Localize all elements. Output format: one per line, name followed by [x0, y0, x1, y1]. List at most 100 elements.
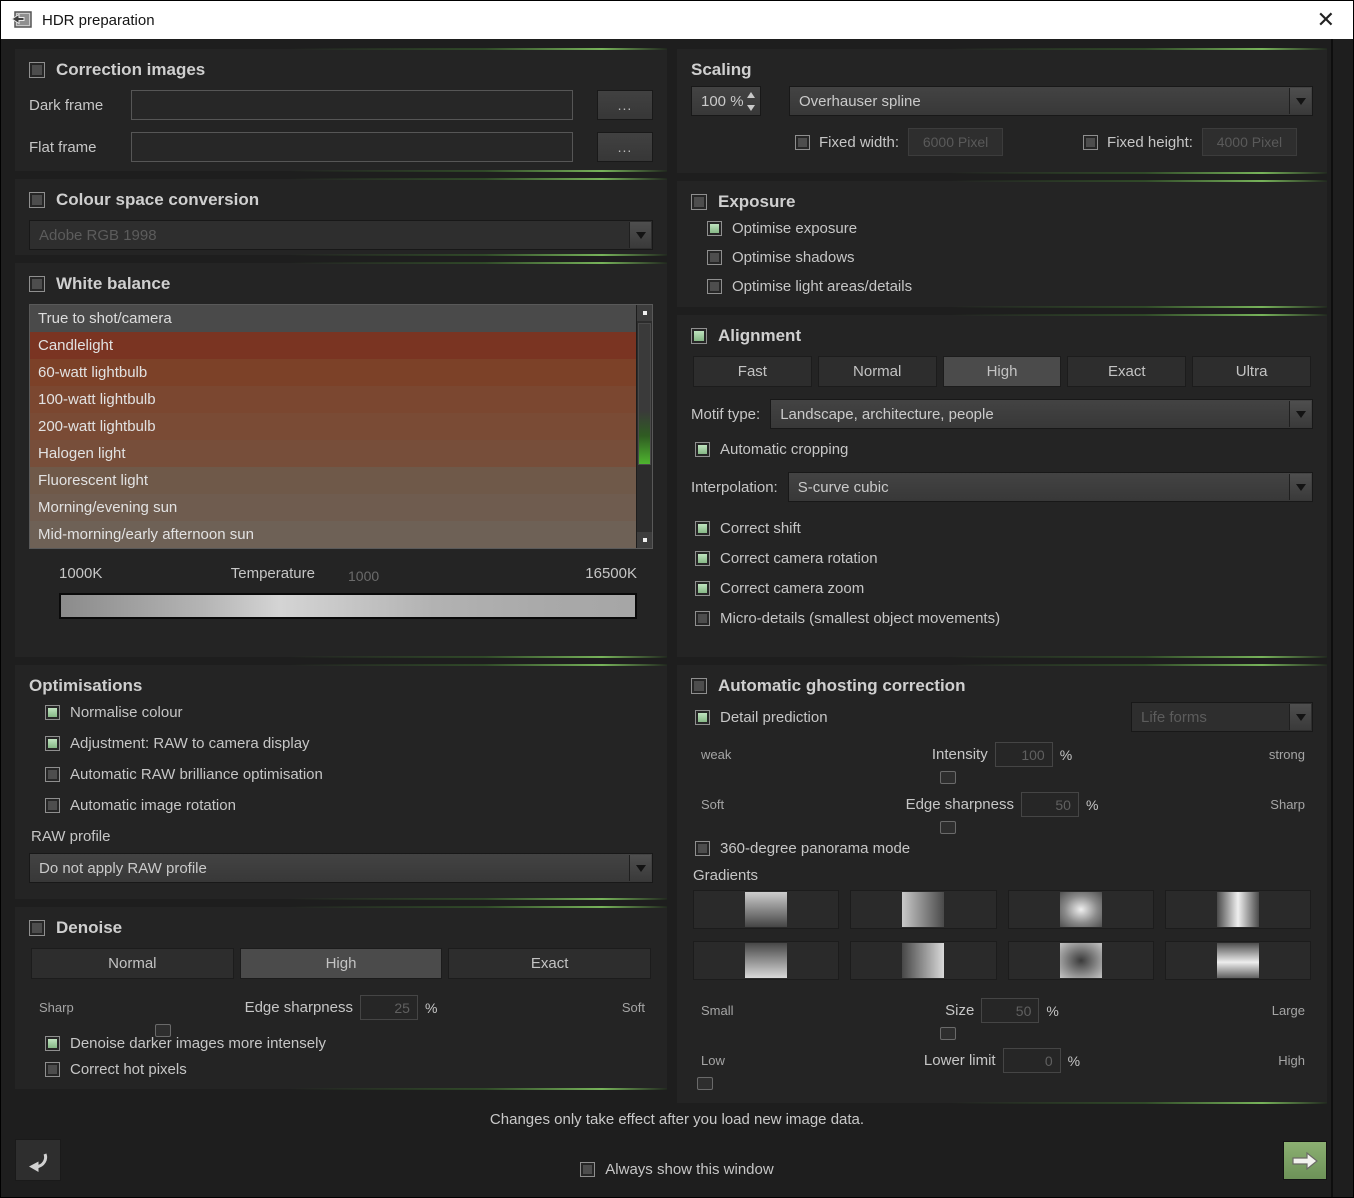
denoise-checkbox[interactable]	[29, 920, 45, 936]
gradient-tile-radial-dark-center[interactable]	[1008, 941, 1154, 980]
ghosting-correction-checkbox[interactable]	[691, 678, 707, 694]
alignment-mode-exact[interactable]: Exact	[1067, 356, 1186, 387]
dark-frame-input[interactable]	[131, 90, 573, 120]
correct-camera-rotation-checkbox[interactable]	[695, 551, 710, 566]
gradient-tile-horizontal-light-to-dark[interactable]	[850, 890, 996, 929]
gradient-tile-vertical-stripe-light[interactable]	[1165, 890, 1311, 929]
list-item[interactable]: Candlelight	[30, 332, 652, 359]
chevron-down-icon	[629, 222, 651, 248]
flat-frame-label: Flat frame	[29, 139, 121, 156]
denoise-mode-exact[interactable]: Exact	[448, 948, 651, 979]
hot-pixels-checkbox[interactable]	[45, 1062, 60, 1077]
optimise-shadows-checkbox[interactable]	[707, 250, 722, 265]
next-button[interactable]	[1283, 1141, 1327, 1180]
section-exposure: Exposure Optimise exposure Optimise shad…	[677, 181, 1327, 307]
scaling-method-dropdown[interactable]: Overhauser spline	[789, 86, 1313, 116]
window-title: HDR preparation	[42, 12, 155, 29]
image-rotation-checkbox[interactable]	[45, 798, 60, 813]
size-value[interactable]: 50	[981, 998, 1039, 1023]
intensity-value[interactable]: 100	[995, 742, 1053, 767]
close-icon[interactable]: ✕	[1309, 9, 1343, 31]
optimise-light-areas-checkbox[interactable]	[707, 279, 722, 294]
correct-camera-zoom-checkbox[interactable]	[695, 581, 710, 596]
colour-space-dropdown[interactable]: Adobe RGB 1998	[29, 220, 653, 250]
alignment-mode-normal[interactable]: Normal	[818, 356, 937, 387]
list-item[interactable]: 200-watt lightbulb	[30, 413, 652, 440]
list-item[interactable]: 60-watt lightbulb	[30, 359, 652, 386]
exposure-checkbox[interactable]	[691, 194, 707, 210]
edge-sharpness-value[interactable]: 50	[1021, 792, 1079, 817]
section-title: Correction images	[56, 60, 205, 80]
slider-handle[interactable]	[697, 1077, 713, 1090]
fixed-width-checkbox[interactable]	[795, 135, 810, 150]
denoise-darker-checkbox[interactable]	[45, 1036, 60, 1051]
fixed-width-field[interactable]: 6000 Pixel	[908, 128, 1003, 156]
denoise-mode-high[interactable]: High	[240, 948, 443, 979]
normalise-colour-checkbox[interactable]	[45, 705, 60, 720]
alignment-mode-fast[interactable]: Fast	[693, 356, 812, 387]
list-item[interactable]: 100-watt lightbulb	[30, 386, 652, 413]
intensity-slider: weak Intensity 100 % strong	[693, 738, 1311, 788]
alignment-checkbox[interactable]	[691, 328, 707, 344]
white-balance-checkbox[interactable]	[29, 276, 45, 292]
window-frame-line	[1331, 39, 1333, 1197]
gradient-tile-vertical-light-to-dark[interactable]	[693, 890, 839, 929]
slider-handle[interactable]	[155, 1024, 171, 1037]
adjustment-raw-checkbox[interactable]	[45, 736, 60, 751]
gradient-tile-vertical-dark-to-light[interactable]	[693, 941, 839, 980]
colour-space-checkbox[interactable]	[29, 192, 45, 208]
chevron-down-icon	[1289, 88, 1311, 114]
dark-frame-browse-button[interactable]: ...	[597, 90, 653, 120]
motif-type-dropdown[interactable]: Landscape, architecture, people	[770, 399, 1313, 429]
always-show-checkbox[interactable]	[580, 1162, 595, 1177]
list-item[interactable]: Mid-morning/early afternoon sun	[30, 521, 652, 548]
fixed-height-checkbox[interactable]	[1083, 135, 1098, 150]
chevron-down-icon	[1289, 401, 1311, 427]
white-balance-scrollbar[interactable]	[636, 305, 652, 548]
optimise-exposure-checkbox[interactable]	[707, 221, 722, 236]
slider-handle[interactable]	[940, 821, 956, 834]
detail-prediction-checkbox[interactable]	[695, 710, 710, 725]
gradient-tile-radial-light-center[interactable]	[1008, 890, 1154, 929]
list-item[interactable]: Morning/evening sun	[30, 494, 652, 521]
alignment-mode-high[interactable]: High	[943, 356, 1062, 387]
correct-shift-checkbox[interactable]	[695, 521, 710, 536]
list-item[interactable]: Halogen light	[30, 440, 652, 467]
hdr-preparation-dialog: HDR preparation ✕ Correction images Dark…	[0, 0, 1354, 1198]
temperature-value[interactable]: 1000	[348, 568, 379, 584]
slider-handle[interactable]	[940, 1027, 956, 1040]
list-item[interactable]: Fluorescent light	[30, 467, 652, 494]
flat-frame-browse-button[interactable]: ...	[597, 132, 653, 162]
alignment-mode-ultra[interactable]: Ultra	[1192, 356, 1311, 387]
scroll-down-icon[interactable]	[637, 532, 652, 548]
automatic-cropping-checkbox[interactable]	[695, 442, 710, 457]
raw-brilliance-checkbox[interactable]	[45, 767, 60, 782]
interpolation-dropdown[interactable]: S-curve cubic	[788, 472, 1313, 502]
spinner-down-icon[interactable]	[744, 101, 758, 114]
slider-handle[interactable]	[940, 771, 956, 784]
gradient-tile-horizontal-stripe-light[interactable]	[1165, 941, 1311, 980]
scrollbar-thumb[interactable]	[638, 323, 651, 465]
section-denoise: Denoise Normal High Exact Sharp Edge sha…	[15, 907, 667, 1089]
temperature-label: Temperature	[231, 565, 315, 582]
section-ghosting-correction: Automatic ghosting correction Detail pre…	[677, 665, 1327, 1103]
detail-prediction-dropdown[interactable]: Life forms	[1131, 702, 1313, 732]
micro-details-checkbox[interactable]	[695, 611, 710, 626]
gradient-tile-horizontal-dark-to-light[interactable]	[850, 941, 996, 980]
list-item[interactable]: True to shot/camera	[30, 305, 652, 332]
correction-images-checkbox[interactable]	[29, 62, 45, 78]
scaling-percent-spinner[interactable]: 100 %	[691, 86, 761, 116]
temperature-gradient-slider[interactable]	[59, 593, 637, 619]
scroll-up-icon[interactable]	[637, 305, 652, 321]
denoise-mode-normal[interactable]: Normal	[31, 948, 234, 979]
fixed-height-field[interactable]: 4000 Pixel	[1202, 128, 1297, 156]
edge-sharpness-value[interactable]: 25	[360, 995, 418, 1020]
left-column: Correction images Dark frame ... Flat fr…	[15, 49, 667, 1097]
panorama-mode-checkbox[interactable]	[695, 841, 710, 856]
raw-profile-dropdown[interactable]: Do not apply RAW profile	[29, 853, 653, 883]
flat-frame-input[interactable]	[131, 132, 573, 162]
lower-limit-value[interactable]: 0	[1003, 1048, 1061, 1073]
section-title: White balance	[56, 274, 170, 294]
section-title: Denoise	[56, 918, 122, 938]
spinner-up-icon[interactable]	[744, 88, 758, 101]
